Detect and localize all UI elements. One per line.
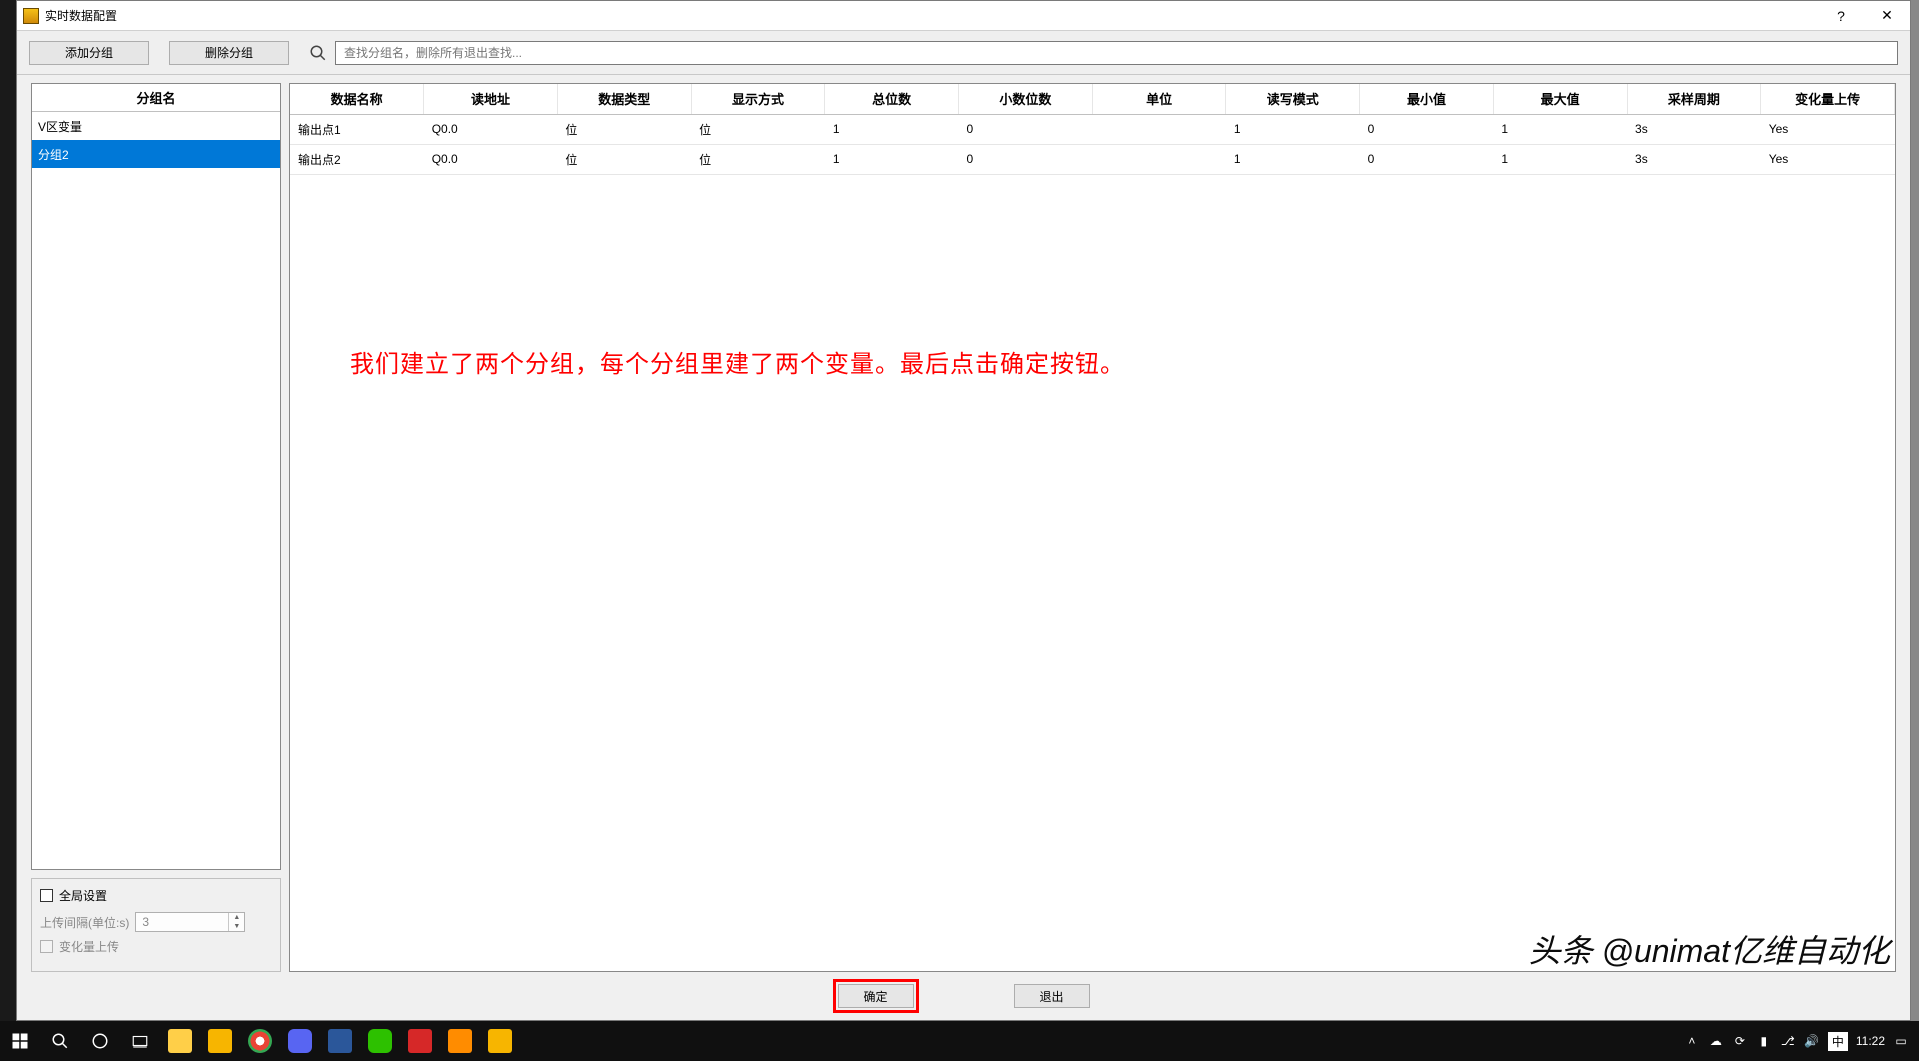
data-table: 数据名称读地址数据类型显示方式总位数小数位数单位读写模式最小值最大值采样周期变化…	[290, 84, 1895, 175]
group-list-header: 分组名	[32, 84, 280, 112]
group-item-0[interactable]: V区变量	[32, 112, 280, 140]
table-cell[interactable]: 0	[1360, 114, 1494, 144]
background-right	[1911, 0, 1919, 1021]
table-cell[interactable]: Yes	[1761, 114, 1895, 144]
table-cell[interactable]: Yes	[1761, 144, 1895, 174]
col-header-2[interactable]: 数据类型	[557, 84, 691, 114]
search-icon	[309, 44, 327, 62]
taskbar-app-8[interactable]	[440, 1021, 480, 1061]
content-area: 分组名 V区变量分组2 全局设置 上传间隔(单位:s) 3 ▲▼ 变化	[17, 75, 1910, 972]
table-cell[interactable]: 0	[1360, 144, 1494, 174]
tray-wifi-icon[interactable]: ⎇	[1780, 1033, 1796, 1049]
table-cell[interactable]: 1	[1493, 144, 1627, 174]
table-cell[interactable]: 位	[691, 144, 825, 174]
table-cell[interactable]: 1	[1226, 114, 1360, 144]
system-tray: ˄ ☁ ⟳ ▮ ⎇ 🔊 中 11:22 ▭	[1684, 1032, 1919, 1051]
taskbar-app-explorer[interactable]	[160, 1021, 200, 1061]
task-view-icon[interactable]	[120, 1021, 160, 1061]
col-header-8[interactable]: 最小值	[1360, 84, 1494, 114]
close-button[interactable]: ✕	[1864, 1, 1910, 31]
table-cell[interactable]: Q0.0	[424, 114, 558, 144]
table-cell[interactable]: 输出点1	[290, 114, 424, 144]
left-pane: 分组名 V区变量分组2 全局设置 上传间隔(单位:s) 3 ▲▼ 变化	[31, 83, 281, 972]
tray-sync-icon[interactable]: ⟳	[1732, 1033, 1748, 1049]
add-group-button[interactable]: 添加分组	[29, 41, 149, 65]
col-header-7[interactable]: 读写模式	[1226, 84, 1360, 114]
col-header-3[interactable]: 显示方式	[691, 84, 825, 114]
change-upload-label: 变化量上传	[59, 938, 119, 955]
global-settings-label: 全局设置	[59, 887, 107, 904]
tray-chevron-icon[interactable]: ˄	[1684, 1033, 1700, 1049]
dialog-footer: 确定 退出	[17, 972, 1910, 1020]
table-row[interactable]: 输出点1Q0.0位位101013sYes	[290, 114, 1895, 144]
taskbar-app-9[interactable]	[480, 1021, 520, 1061]
table-cell[interactable]: 1	[1226, 144, 1360, 174]
table-cell[interactable]: 位	[557, 114, 691, 144]
search-taskbar-icon[interactable]	[40, 1021, 80, 1061]
tray-volume-icon[interactable]: 🔊	[1804, 1033, 1820, 1049]
table-cell[interactable]: 1	[825, 144, 959, 174]
spinner-buttons[interactable]: ▲▼	[228, 913, 244, 931]
change-upload-checkbox	[40, 940, 53, 953]
table-cell[interactable]: 3s	[1627, 144, 1761, 174]
table-cell[interactable]: 1	[825, 114, 959, 144]
table-cell[interactable]: 输出点2	[290, 144, 424, 174]
ok-button[interactable]: 确定	[838, 984, 914, 1008]
taskbar-app-wechat[interactable]	[360, 1021, 400, 1061]
col-header-10[interactable]: 采样周期	[1627, 84, 1761, 114]
annotation-text: 我们建立了两个分组，每个分组里建了两个变量。最后点击确定按钮。	[350, 344, 1125, 379]
upload-interval-spinner[interactable]: 3 ▲▼	[135, 912, 245, 932]
data-table-wrap: 数据名称读地址数据类型显示方式总位数小数位数单位读写模式最小值最大值采样周期变化…	[289, 83, 1896, 972]
dialog-realtime-data-config: 实时数据配置 ? ✕ 添加分组 删除分组 分组名 V区变量分组2 全局设置 上传	[16, 0, 1911, 1021]
taskbar-app-chrome[interactable]	[240, 1021, 280, 1061]
taskbar-clock[interactable]: 11:22	[1856, 1034, 1885, 1048]
table-cell[interactable]: 0	[959, 144, 1093, 174]
cortana-icon[interactable]	[80, 1021, 120, 1061]
delete-group-button[interactable]: 删除分组	[169, 41, 289, 65]
group-item-1[interactable]: 分组2	[32, 140, 280, 168]
table-cell[interactable]	[1092, 114, 1226, 144]
col-header-4[interactable]: 总位数	[825, 84, 959, 114]
app-icon	[23, 8, 39, 24]
global-settings-checkbox[interactable]	[40, 889, 53, 902]
upload-interval-label: 上传间隔(单位:s)	[40, 914, 129, 931]
col-header-9[interactable]: 最大值	[1493, 84, 1627, 114]
taskbar-app-7[interactable]	[400, 1021, 440, 1061]
col-header-0[interactable]: 数据名称	[290, 84, 424, 114]
table-cell[interactable]: 位	[557, 144, 691, 174]
col-header-6[interactable]: 单位	[1092, 84, 1226, 114]
table-row[interactable]: 输出点2Q0.0位位101013sYes	[290, 144, 1895, 174]
help-button[interactable]: ?	[1818, 1, 1864, 31]
start-button[interactable]	[0, 1021, 40, 1061]
col-header-1[interactable]: 读地址	[424, 84, 558, 114]
search-input[interactable]	[335, 41, 1898, 65]
global-settings-panel: 全局设置 上传间隔(单位:s) 3 ▲▼ 变化量上传	[31, 878, 281, 972]
toolbar: 添加分组 删除分组	[17, 31, 1910, 75]
tray-cloud-icon[interactable]: ☁	[1708, 1033, 1724, 1049]
group-list: 分组名 V区变量分组2	[31, 83, 281, 870]
search-wrap	[309, 41, 1898, 65]
table-cell[interactable]: 1	[1493, 114, 1627, 144]
titlebar: 实时数据配置 ? ✕	[17, 1, 1910, 31]
col-header-11[interactable]: 变化量上传	[1761, 84, 1895, 114]
taskbar-app-4[interactable]	[280, 1021, 320, 1061]
taskbar-app-word[interactable]	[320, 1021, 360, 1061]
col-header-5[interactable]: 小数位数	[959, 84, 1093, 114]
notifications-icon[interactable]: ▭	[1893, 1033, 1909, 1049]
cancel-button[interactable]: 退出	[1014, 984, 1090, 1008]
table-cell[interactable]	[1092, 144, 1226, 174]
table-cell[interactable]: Q0.0	[424, 144, 558, 174]
ime-indicator[interactable]: 中	[1828, 1032, 1848, 1051]
taskbar: ˄ ☁ ⟳ ▮ ⎇ 🔊 中 11:22 ▭	[0, 1021, 1919, 1061]
right-pane: 数据名称读地址数据类型显示方式总位数小数位数单位读写模式最小值最大值采样周期变化…	[289, 83, 1896, 972]
window-title: 实时数据配置	[45, 7, 117, 24]
background-left	[0, 0, 16, 1021]
taskbar-app-2[interactable]	[200, 1021, 240, 1061]
table-cell[interactable]: 3s	[1627, 114, 1761, 144]
table-cell[interactable]: 0	[959, 114, 1093, 144]
table-cell[interactable]: 位	[691, 114, 825, 144]
tray-battery-icon[interactable]: ▮	[1756, 1033, 1772, 1049]
upload-interval-value: 3	[136, 915, 228, 929]
